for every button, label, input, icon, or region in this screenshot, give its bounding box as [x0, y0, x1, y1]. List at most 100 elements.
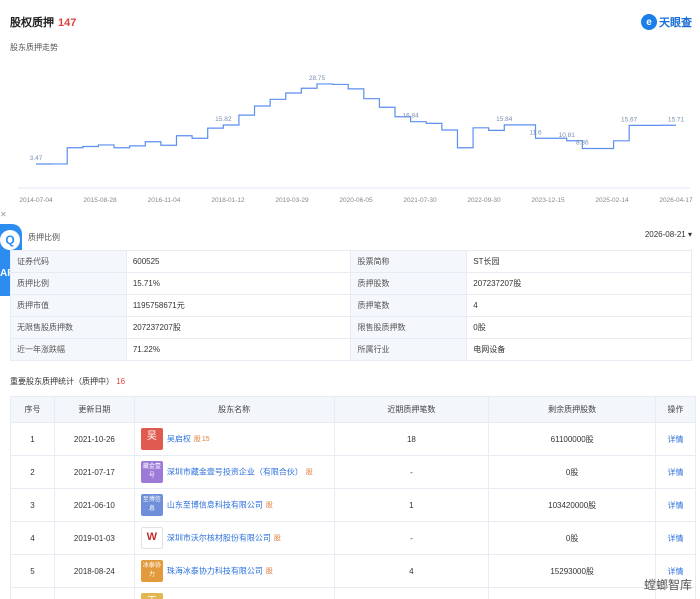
row-index: 1	[10, 422, 55, 456]
shareholder-tag-icon: 股	[305, 469, 313, 476]
shareholder-tag-icon: 股	[273, 535, 281, 542]
shareholder-name-link[interactable]: 山东至博信息科技有限公司	[167, 501, 263, 510]
col-header-date: 更新日期	[53, 396, 135, 423]
watermark-text: 螳螂智库	[643, 578, 692, 592]
col-header-name: 股东名称	[133, 396, 335, 423]
info-value: 0股	[466, 316, 692, 339]
shareholder-name-link[interactable]: 吴启权	[167, 435, 191, 444]
row-action: 详情	[655, 455, 696, 489]
info-key: 限售股质押数	[350, 316, 468, 339]
shareholder-name-link[interactable]: 深圳市藏金壹号投资企业（有限合伙）	[167, 468, 303, 477]
list-count: 16	[116, 377, 126, 386]
point-label: 11.6	[529, 129, 542, 136]
row-action: 详情	[655, 422, 696, 456]
row-index: 2	[10, 455, 55, 489]
point-label: 15.67	[621, 116, 638, 123]
shareholder-tag-value: 15	[201, 435, 210, 443]
info-key: 无限售股质押数	[10, 316, 127, 339]
detail-link[interactable]: 详情	[668, 534, 684, 543]
row-date: 2018-08-22	[53, 587, 135, 599]
avatar: 王	[140, 593, 163, 599]
x-tick-label: 2021-07-30	[403, 197, 437, 204]
x-tick-label: 2020-06-05	[339, 197, 373, 204]
row-remaining-shares: 61100000股	[488, 422, 657, 456]
row-recent-count: 4	[333, 554, 490, 588]
shareholder-tag-icon: 股	[193, 436, 201, 443]
info-key: 股票简称	[350, 250, 468, 273]
x-tick-label: 2015-08-28	[83, 197, 117, 204]
detail-link[interactable]: 详情	[668, 435, 684, 444]
x-tick-label: 2019-03-29	[275, 197, 309, 204]
x-tick-label: 2016-11-04	[148, 197, 181, 204]
row-date: 2021-07-17	[53, 455, 135, 489]
avatar: W	[140, 527, 163, 549]
avatar: 藏金壹号	[140, 461, 163, 483]
shareholder-tag-icon: 股	[265, 568, 273, 575]
row-date: 2019-01-03	[53, 521, 135, 555]
row-shareholder: 王王建生股12	[133, 587, 335, 599]
detail-link[interactable]: 详情	[668, 567, 684, 576]
point-label: 16.84	[402, 113, 419, 120]
info-value: 600525	[125, 250, 352, 273]
page-title-text: 股权质押	[10, 17, 54, 29]
brand-logo-group[interactable]: e 天眼查	[641, 14, 692, 30]
point-label: 15.71	[668, 116, 685, 123]
shareholder-list-title: 重要股东质押统计（质押中） 16	[10, 376, 125, 387]
info-row: 证券代码 600525 股票简称 ST长园	[10, 250, 692, 273]
table-header-row: 序号 更新日期 股东名称 近期质押笔数 剩余质押股数 操作	[10, 396, 696, 423]
page-header: 股权质押 147 e 天眼查	[0, 0, 700, 36]
shareholder-pledge-table: 序号 更新日期 股东名称 近期质押笔数 剩余质押股数 操作 1 2021-10-2…	[10, 396, 696, 599]
row-date: 2018-08-24	[53, 554, 135, 588]
date-select-value: 2026-08-21	[644, 230, 686, 239]
info-value: 207237207股	[125, 316, 352, 339]
x-tick-label: 2022-09-30	[467, 197, 501, 204]
info-value: 15.71%	[125, 272, 352, 295]
col-header-index: 序号	[10, 396, 55, 423]
info-row: 近一年涨跌幅 71.22% 所属行业 电网设备	[10, 338, 692, 361]
info-value: 4	[466, 294, 692, 317]
row-date: 2021-10-26	[53, 422, 135, 456]
row-recent-count: -	[333, 455, 490, 489]
info-row: 质押比例 15.71% 质押股数 207237207股	[10, 272, 692, 295]
info-key: 证券代码	[10, 250, 127, 273]
row-shareholder: 吴吴启权 股15	[133, 422, 335, 456]
tianyancha-logo-icon: e	[641, 14, 657, 30]
shareholder-tag-icon: 股	[265, 502, 273, 509]
pledge-trend-chart: 3.47 15.82 28.75 16.84 15.84 11.6 10.81 8.36 15.…	[0, 50, 700, 210]
table-row: 4 2019-01-03 W 深圳市沃尔核材股份有限公司股 -0股 详情	[10, 521, 696, 555]
x-tick-label: 2023-12-15	[531, 197, 565, 204]
row-index: 6	[10, 587, 55, 599]
close-icon[interactable]: ✕	[0, 210, 22, 220]
info-key: 所属行业	[350, 338, 468, 361]
trend-chart-svg: 3.47 15.82 28.75 16.84 15.84 11.6 10.818.36 15.…	[18, 75, 693, 204]
list-title-text: 重要股东质押统计（质押中）	[10, 377, 114, 386]
info-value: 电网设备	[466, 338, 692, 361]
info-value: 207237207股	[466, 272, 692, 295]
row-shareholder: 冰泰协力 珠海冰泰协力科技有限公司股	[133, 554, 335, 588]
shareholder-name-link[interactable]: 深圳市沃尔核材股份有限公司	[167, 534, 271, 543]
table-row: 62018-08-22王王建生股12-15714400股详情	[10, 587, 696, 599]
date-select[interactable]: 2026-08-21 ▾	[645, 230, 692, 239]
row-remaining-shares: 15714400股	[488, 587, 657, 599]
point-label: 3.47	[30, 155, 43, 162]
pledge-info-table: 证券代码 600525 股票简称 ST长园 质押比例 15.71% 质押股数 20723720…	[10, 250, 692, 361]
info-row: 无限售股质押数 207237207股 限售股质押数 0股	[10, 316, 692, 339]
info-key: 质押股数	[350, 272, 468, 295]
info-value: ST长园	[466, 250, 692, 273]
point-label: 15.84	[496, 116, 513, 123]
table-row: 3 2021-06-10 至博信息 山东至博信息科技有限公司股 1 103420000股详…	[10, 488, 696, 522]
x-tick-label: 2014-07-04	[19, 197, 53, 204]
detail-link[interactable]: 详情	[668, 468, 684, 477]
table-row: 5 2018-08-24 冰泰协力 珠海冰泰协力科技有限公司股 4 15293000股 详情	[10, 554, 696, 588]
table-row: 2 2021-07-17 藏金壹号 深圳市藏金壹号投资企业（有限合伙）股 -0股 详情	[10, 455, 696, 489]
shareholder-name-link[interactable]: 珠海冰泰协力科技有限公司	[167, 567, 263, 576]
point-label: 28.75	[309, 75, 326, 82]
info-key: 质押市值	[10, 294, 127, 317]
row-index: 4	[10, 521, 55, 555]
x-tick-label: 2018-01-12	[211, 197, 245, 204]
series-line	[36, 83, 676, 165]
detail-link[interactable]: 详情	[668, 501, 684, 510]
row-remaining-shares: 0股	[488, 521, 657, 555]
row-shareholder: 至博信息 山东至博信息科技有限公司股	[133, 488, 335, 522]
chevron-down-icon: ▾	[687, 230, 692, 239]
